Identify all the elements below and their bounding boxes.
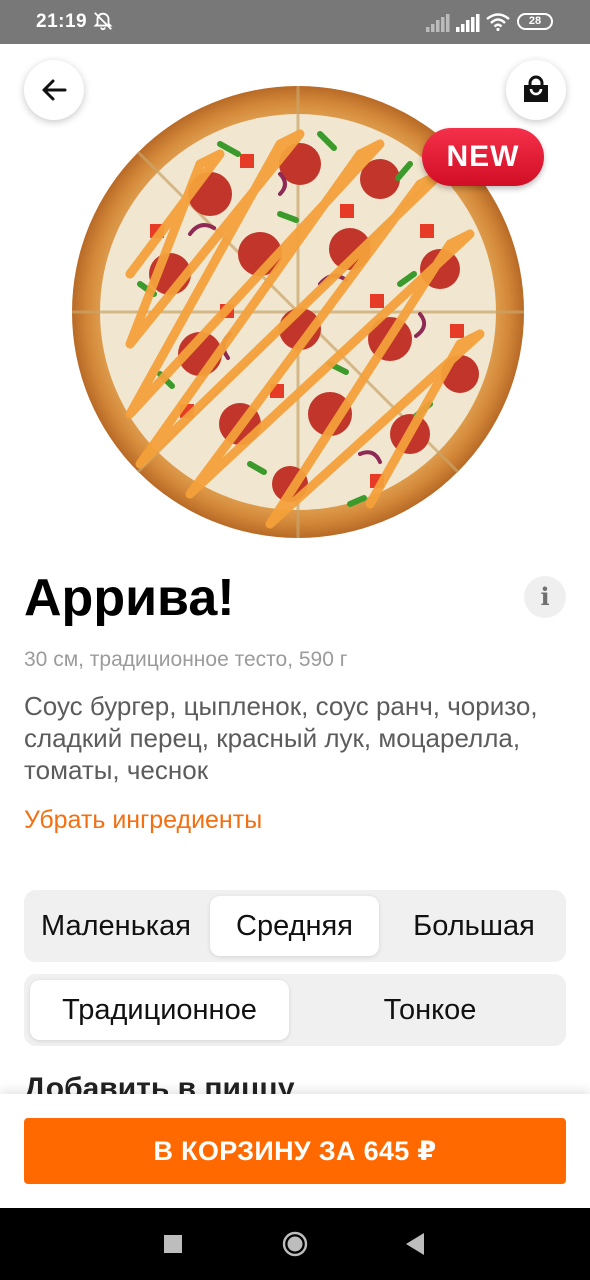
battery-level: 28 [528,15,542,27]
shopping-bag-icon [524,75,548,102]
new-badge: NEW [422,128,544,186]
navigation-bar [0,1208,590,1280]
size-option-large[interactable]: Большая [386,896,562,956]
back-triangle-icon[interactable] [406,1233,424,1255]
size-option-medium[interactable]: Средняя [210,896,379,956]
dough-selector: Традиционное Тонкое [24,974,566,1046]
product-details: 30 см, традиционное тесто, 590 г [24,648,348,671]
status-bar: 21:19 28 [0,0,590,44]
home-icon[interactable] [282,1231,308,1257]
signal-icon [426,14,450,32]
back-button[interactable] [24,60,84,120]
dough-option-thin[interactable]: Тонкое [299,980,561,1040]
add-to-cart-button[interactable]: В КОРЗИНУ ЗА 645 ₽ [24,1118,566,1184]
status-time: 21:19 [36,11,88,32]
product-title: Аррива! [24,569,235,627]
info-button[interactable]: i [524,576,566,618]
arrow-left-icon [42,79,67,101]
size-option-small[interactable]: Маленькая [24,896,208,956]
bottom-panel: В КОРЗИНУ ЗА 645 ₽ [0,1094,590,1208]
remove-ingredients-link[interactable]: Убрать ингредиенты [24,806,262,835]
signal-icon [456,14,480,32]
battery-icon: 28 [517,13,553,30]
dough-option-traditional[interactable]: Традиционное [30,980,289,1040]
cart-button-top[interactable] [506,60,566,120]
product-ingredients: Соус бургер, цыпленок, соус ранч, чоризо… [24,691,538,785]
mute-alarm-icon [93,12,113,31]
recent-apps-icon[interactable] [164,1235,182,1253]
size-selector: Маленькая Средняя Большая [24,890,566,962]
wifi-icon [486,13,510,31]
